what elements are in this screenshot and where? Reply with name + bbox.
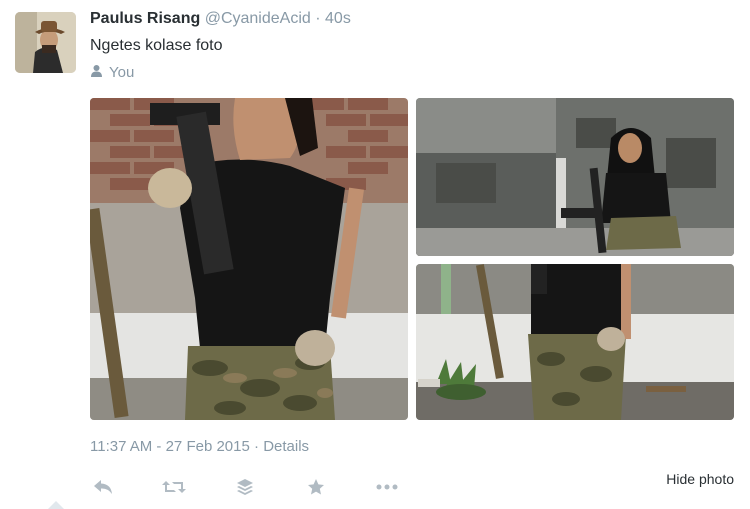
retweet-icon[interactable] [161, 474, 187, 500]
hide-photo-button[interactable]: Hide photo [666, 471, 734, 487]
more-icon[interactable] [374, 474, 400, 500]
tweet-actions [90, 474, 445, 500]
person-icon [90, 64, 103, 81]
audience-label: You [109, 64, 135, 81]
layers-icon[interactable] [232, 474, 258, 500]
details-link[interactable]: Details [263, 438, 309, 455]
avatar[interactable] [15, 12, 76, 73]
author-handle[interactable]: @CyanideAcid [205, 10, 311, 27]
separator-dot: · [315, 10, 321, 27]
tweet-text: Ngetes kolase foto [90, 37, 223, 54]
meta-separator: · [254, 438, 260, 455]
photo-main[interactable] [90, 98, 408, 420]
reply-icon[interactable] [90, 474, 116, 500]
tweet-header: Paulus Risang @CyanideAcid · 40s [90, 10, 351, 28]
photo-top-right[interactable] [416, 98, 734, 256]
tweet-meta: 11:37 AM - 27 Feb 2015 · Details [90, 438, 309, 455]
star-icon[interactable] [303, 474, 329, 500]
audience-indicator: You [90, 64, 134, 81]
photo-bottom-right[interactable] [416, 264, 734, 420]
timestamp[interactable]: 11:37 AM - 27 Feb 2015 [90, 438, 250, 455]
tweet-age[interactable]: 40s [325, 10, 351, 27]
caret-indicator [48, 501, 64, 509]
author-name[interactable]: Paulus Risang [90, 10, 200, 27]
